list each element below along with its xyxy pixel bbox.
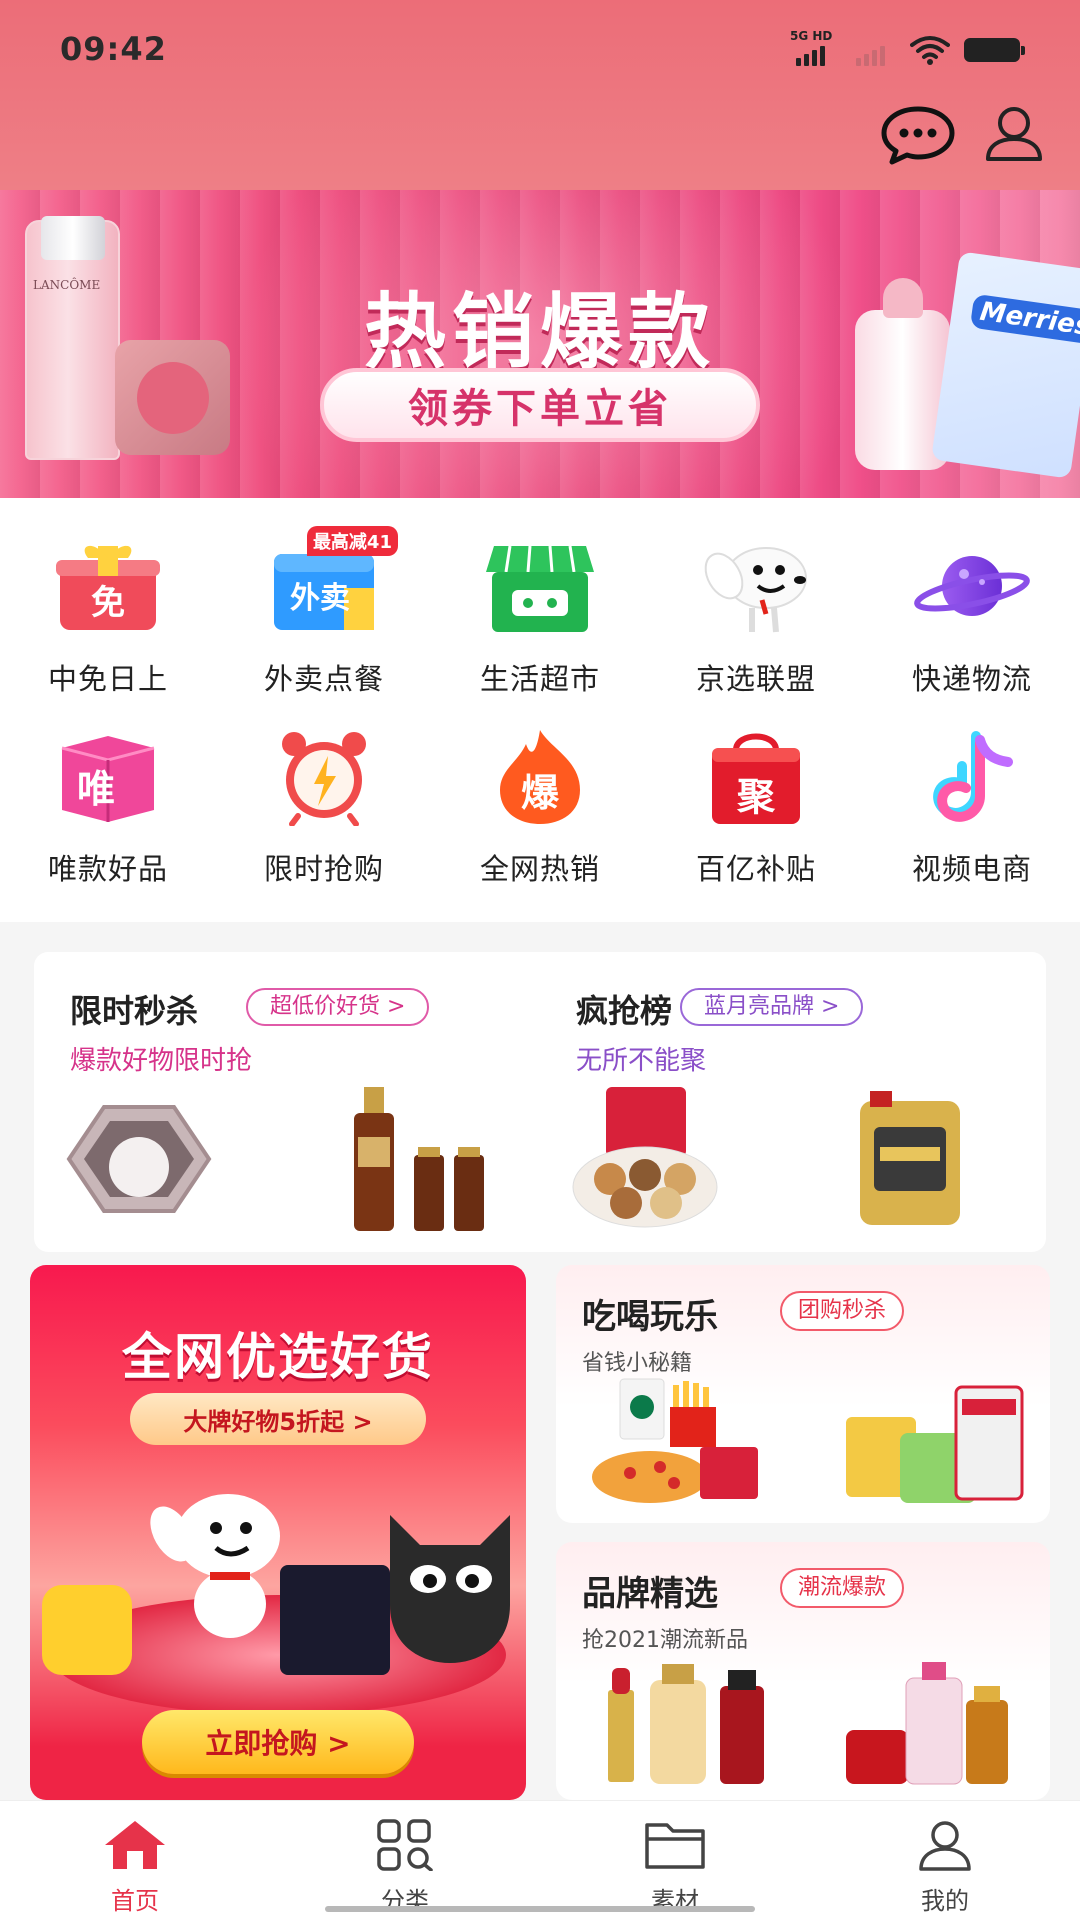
featured-banner-pill[interactable]: 大牌好物5折起 > <box>130 1393 426 1445</box>
banner-coupon-pill[interactable]: 领券下单立省 <box>320 368 760 442</box>
highlighter-compact-image <box>66 1105 212 1213</box>
alarm-clock-icon <box>264 726 384 827</box>
serum-bottles-image <box>354 1087 484 1231</box>
user-profile-icon[interactable] <box>985 105 1043 161</box>
buy-now-button[interactable]: 立即抢购 > <box>142 1710 414 1774</box>
tab-material[interactable]: 素材 <box>540 1819 810 1916</box>
status-time: 09:42 <box>60 30 167 68</box>
category-label: 生活超市 <box>479 662 600 696</box>
lipstick-cosmetics-image <box>608 1664 764 1784</box>
category-duty-free[interactable]: 免 中免日上 <box>0 536 216 698</box>
tmall-cat-mascot-image <box>390 1515 510 1663</box>
category-express[interactable]: 快递物流 <box>864 536 1080 698</box>
fire-glyph: 爆 <box>521 771 560 815</box>
hero-banner[interactable]: LANCÔME 热销爆款 领券下单立省 Merries <box>0 190 1080 498</box>
featured-banner-title: 全网优选好货 <box>122 1328 434 1386</box>
cellular-signal-2-icon <box>850 32 896 68</box>
battery-icon <box>964 38 1025 62</box>
promo-subtitle: 无所不能聚 <box>576 1046 707 1076</box>
card-food-fun[interactable]: 吃喝玩乐 团购秒杀 省钱小秘籍 <box>556 1265 1050 1523</box>
category-takeout[interactable]: 外卖 最高减41 外卖点餐 <box>216 526 432 698</box>
card-tag[interactable]: 团购秒杀 <box>780 1291 905 1331</box>
category-grid-icon <box>377 1819 433 1872</box>
promo-hot-ranking[interactable]: 疯抢榜 蓝月亮品牌 > 无所不能聚 <box>540 952 1046 1252</box>
category-label: 全网热销 <box>479 852 600 886</box>
card-brand-select[interactable]: 品牌精选 潮流爆款 抢2021潮流新品 <box>556 1542 1050 1800</box>
promo-subtitle: 爆款好物限时抢 <box>70 1046 253 1076</box>
tab-label: 首页 <box>111 1887 159 1915</box>
box-icon: 唯 <box>48 726 168 826</box>
promo-title: 疯抢榜 <box>576 992 673 1030</box>
category-hot-sale[interactable]: 爆 全网热销 <box>432 726 648 888</box>
home-icon <box>105 1821 165 1869</box>
card-tag[interactable]: 潮流爆款 <box>780 1568 905 1608</box>
person-icon <box>919 1821 971 1871</box>
category-flash-sale[interactable]: 限时抢购 <box>216 726 432 888</box>
category-subsidy[interactable]: 聚 百亿补贴 <box>648 726 864 888</box>
tiktok-icon <box>912 726 1032 826</box>
cellular-signal-icon: 5G HD <box>790 29 836 68</box>
category-label: 限时抢购 <box>263 852 384 886</box>
takeout-icon: 外卖 最高减41 <box>264 526 398 636</box>
category-label: 中免日上 <box>47 662 168 696</box>
discount-badge: 最高减41 <box>306 526 398 556</box>
category-label: 快递物流 <box>911 662 1032 696</box>
status-icons: 5G HD <box>790 29 1025 70</box>
tab-home[interactable]: 首页 <box>0 1819 270 1916</box>
gift-icon: 免 <box>48 536 168 636</box>
category-supermarket[interactable]: 生活超市 <box>432 536 648 698</box>
planet-icon <box>912 536 1032 636</box>
tab-label: 我的 <box>921 1887 969 1915</box>
category-label: 百亿补贴 <box>695 852 816 886</box>
home-indicator[interactable] <box>325 1906 755 1912</box>
category-label: 京选联盟 <box>695 662 816 696</box>
message-icon[interactable] <box>880 105 956 165</box>
bag-glyph: 聚 <box>736 775 776 819</box>
skincare-bottles-image <box>846 1662 1008 1785</box>
store-icon <box>480 536 600 636</box>
nut-platter-image <box>572 1087 718 1228</box>
bottom-tab-bar: 首页 分类 素材 我的 <box>0 1800 1080 1920</box>
promo-section: 限时秒杀 超低价好货 > 爆款好物限时抢 疯抢榜 蓝月亮品牌 > 无所不能聚 <box>34 952 1046 1252</box>
fire-icon: 爆 <box>480 726 600 826</box>
category-vip-goods[interactable]: 唯 唯款好品 <box>0 726 216 888</box>
gift-glyph: 免 <box>91 583 125 623</box>
diaper-brand: Merries <box>969 293 1080 346</box>
card-title: 吃喝玩乐 <box>582 1297 718 1337</box>
motor-oil-image <box>860 1091 960 1225</box>
featured-banner[interactable]: 全网优选好货 大牌好物5折起 > 立即抢购 > <box>30 1265 526 1800</box>
box-glyph: 唯 <box>77 767 115 811</box>
category-label: 视频电商 <box>911 852 1032 886</box>
network-label: 5G HD <box>790 29 833 43</box>
fast-food-image <box>592 1378 758 1503</box>
app-header: 09:42 5G HD <box>0 0 1080 190</box>
promo-tag[interactable]: 超低价好货 > <box>246 988 430 1026</box>
card-title: 品牌精选 <box>582 1574 718 1614</box>
category-jd-alliance[interactable]: 京选联盟 <box>648 536 864 698</box>
promo-title: 限时秒杀 <box>70 992 199 1030</box>
card-subtitle: 省钱小秘籍 <box>582 1351 693 1376</box>
tab-category[interactable]: 分类 <box>270 1819 540 1916</box>
category-video-commerce[interactable]: 视频电商 <box>864 726 1080 888</box>
jd-dog-mascot-image <box>150 1494 280 1638</box>
cow-mascot-image <box>42 1585 132 1675</box>
shopping-bag-icon: 聚 <box>696 726 816 826</box>
tab-mine[interactable]: 我的 <box>810 1819 1080 1916</box>
wifi-icon <box>910 36 950 65</box>
category-label: 唯款好品 <box>47 852 168 886</box>
snack-packs-image <box>846 1385 1024 1503</box>
folder-icon <box>645 1823 705 1869</box>
promo-flash-sale[interactable]: 限时秒杀 超低价好货 > 爆款好物限时抢 <box>34 952 540 1252</box>
category-label: 外卖点餐 <box>263 662 384 696</box>
takeout-glyph: 外卖 <box>290 581 350 616</box>
dog-mascot-icon <box>696 536 816 636</box>
card-subtitle: 抢2021潮流新品 <box>582 1628 748 1653</box>
category-grid: 免 中免日上 外卖 最高减41 外卖点餐 生活超市 京选联盟 快递物流 唯 唯款… <box>0 498 1080 922</box>
promo-tag[interactable]: 蓝月亮品牌 > <box>680 988 864 1026</box>
